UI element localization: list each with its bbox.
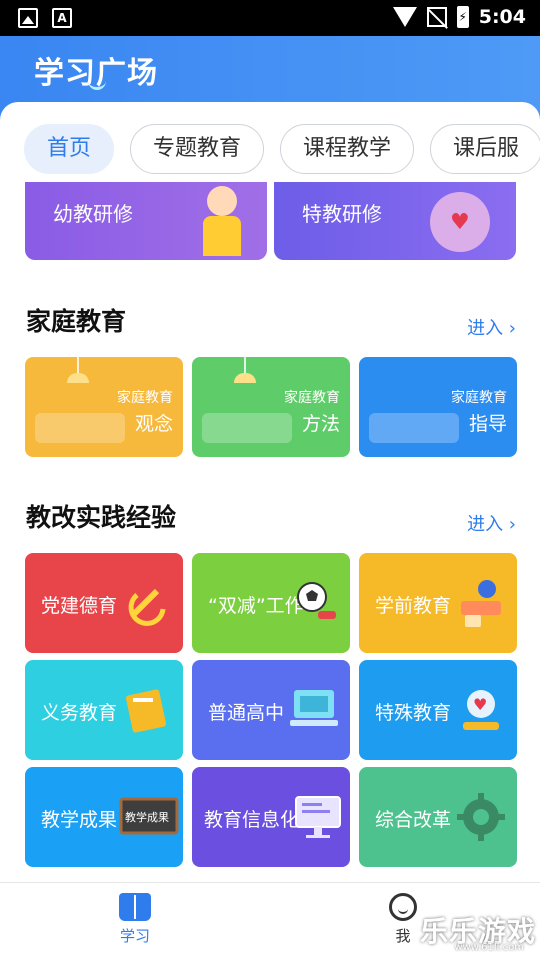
card-big-label: 指导 bbox=[468, 413, 507, 435]
gear-icon bbox=[453, 789, 509, 845]
profile-icon bbox=[389, 893, 417, 921]
card-label: 教学成果 bbox=[41, 809, 118, 831]
battery-charging-icon: ⚡ bbox=[456, 6, 469, 28]
card-preschool-training[interactable]: 幼教研修 bbox=[25, 182, 267, 260]
blackboard-icon: 教学成果 bbox=[119, 789, 179, 845]
tab-course-teaching[interactable]: 课程教学 bbox=[280, 124, 415, 174]
nav-learn[interactable]: 学习 bbox=[100, 893, 170, 946]
family-card-concept[interactable]: 家庭教育观念 bbox=[25, 357, 183, 457]
reform-card-comprehensive[interactable]: 综合改革 bbox=[359, 767, 517, 867]
card-small-label: 家庭教育 bbox=[117, 390, 173, 406]
card-label: 综合改革 bbox=[375, 809, 452, 831]
image-notification-icon bbox=[18, 8, 38, 28]
reform-card-teaching-results[interactable]: 教学成果 教学成果 bbox=[25, 767, 183, 867]
family-sofa-illustration-icon bbox=[35, 413, 125, 443]
svg-text:♥: ♥ bbox=[473, 695, 487, 714]
card-big-label: 方法 bbox=[301, 413, 340, 435]
card-label: 义务教育 bbox=[41, 702, 118, 724]
reform-card-special-ed[interactable]: 特殊教育 ♥ bbox=[359, 660, 517, 760]
card-label: 幼教研修 bbox=[53, 202, 133, 226]
card-small-label: 家庭教育 bbox=[284, 390, 340, 406]
family-enter-link[interactable]: 进入 › bbox=[467, 314, 516, 340]
family-card-guidance[interactable]: 家庭教育指导 bbox=[359, 357, 517, 457]
card-label: 党建德育 bbox=[41, 595, 118, 617]
monitor-icon bbox=[290, 789, 346, 845]
reform-card-high-school[interactable]: 普通高中 bbox=[192, 660, 350, 760]
tab-topic-education[interactable]: 专题教育 bbox=[130, 124, 265, 174]
font-notification-icon: A bbox=[52, 8, 72, 28]
reform-card-informatization[interactable]: 教育信息化 bbox=[192, 767, 350, 867]
card-small-label: 家庭教育 bbox=[451, 390, 507, 406]
globe-toy-icon bbox=[453, 575, 509, 631]
main-panel: 首页 专题教育 课程教学 课后服 幼教研修 特教研修 ♥ 家庭教育 进入 › 家… bbox=[0, 102, 540, 882]
reform-card-double-reduction[interactable]: “双减”工作 bbox=[192, 553, 350, 653]
tab-bar: 首页 专题教育 课程教学 课后服 bbox=[24, 124, 540, 174]
reform-card-preschool[interactable]: 学前教育 bbox=[359, 553, 517, 653]
soccer-ball-icon bbox=[286, 575, 342, 631]
family-card-method[interactable]: 家庭教育方法 bbox=[192, 357, 350, 457]
heart-illustration-icon: ♥ bbox=[430, 186, 490, 256]
section-title-family: 家庭教育 bbox=[26, 307, 127, 336]
hammer-sickle-icon bbox=[119, 575, 175, 631]
blackboard-text: 教学成果 bbox=[125, 811, 169, 824]
card-big-label: 观念 bbox=[134, 413, 173, 435]
bottom-nav: 学习 我 乐乐游戏 www.61ll.com bbox=[0, 882, 540, 960]
lamp-icon bbox=[234, 373, 256, 383]
tab-after-school[interactable]: 课后服 bbox=[430, 124, 540, 174]
reform-card-party[interactable]: 党建德育 bbox=[25, 553, 183, 653]
status-time: 5:04 bbox=[478, 6, 526, 28]
top-cards: 幼教研修 特教研修 ♥ bbox=[25, 182, 516, 260]
card-special-ed-training[interactable]: 特教研修 ♥ bbox=[274, 182, 516, 260]
reform-enter-link[interactable]: 进入 › bbox=[467, 510, 516, 536]
tab-home[interactable]: 首页 bbox=[24, 124, 115, 174]
card-label: 普通高中 bbox=[208, 702, 285, 724]
wifi-icon bbox=[392, 7, 417, 27]
computer-icon bbox=[286, 682, 342, 738]
classroom-illustration-icon bbox=[369, 413, 459, 443]
watermark: 乐乐游戏 www.61ll.com bbox=[420, 904, 540, 960]
books-icon bbox=[119, 682, 175, 738]
watermark-url: www.61ll.com bbox=[454, 942, 524, 953]
heart-hands-icon: ♥ bbox=[453, 682, 509, 738]
book-icon bbox=[119, 893, 151, 921]
card-label: 特殊教育 bbox=[375, 702, 452, 724]
no-signal-icon bbox=[426, 7, 447, 27]
status-bar: A ⚡ 5:04 bbox=[0, 0, 540, 36]
section-title-reform: 教改实践经验 bbox=[26, 503, 177, 532]
nav-label: 我 bbox=[395, 927, 411, 945]
lamp-icon bbox=[67, 373, 89, 383]
card-label: 学前教育 bbox=[375, 595, 452, 617]
reform-card-compulsory[interactable]: 义务教育 bbox=[25, 660, 183, 760]
child-illustration-icon bbox=[197, 182, 247, 256]
nav-label: 学习 bbox=[119, 927, 150, 945]
card-label: 教育信息化 bbox=[204, 809, 300, 831]
card-label: 特教研修 bbox=[302, 202, 382, 226]
envelope-desk-illustration-icon bbox=[202, 413, 292, 443]
